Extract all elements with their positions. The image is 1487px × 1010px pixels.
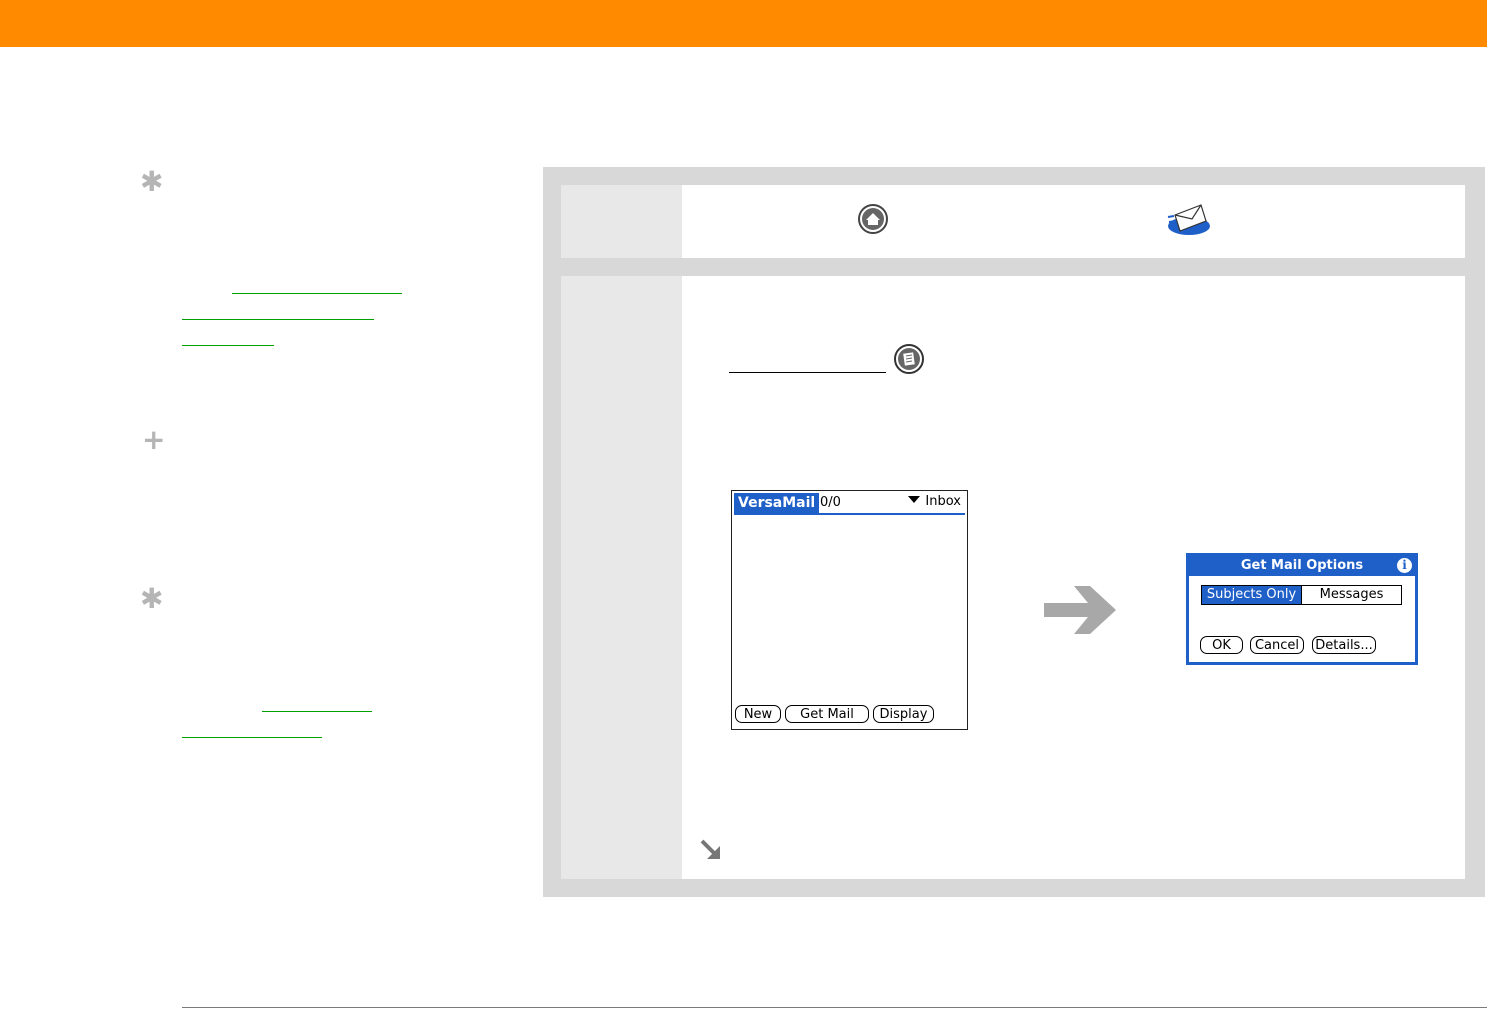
step-2-link[interactable]: [729, 372, 886, 373]
step-1-content: [682, 185, 1465, 258]
folder-picker[interactable]: Inbox: [908, 493, 961, 511]
folder-label: Inbox: [925, 494, 961, 509]
triangle-down-icon: [908, 496, 921, 503]
sidebar-link-2a[interactable]: [262, 711, 372, 712]
sidebar-link-1a[interactable]: [232, 293, 402, 294]
plus-tip-icon: +: [142, 423, 166, 456]
step-2-number-cell: [561, 276, 682, 879]
cancel-button[interactable]: Cancel: [1250, 636, 1304, 654]
get-mail-button[interactable]: Get Mail: [785, 705, 869, 723]
step-1-number-cell: [561, 185, 682, 258]
asterisk-tip-icon: ✱: [140, 582, 164, 615]
sidebar-link-1c[interactable]: [182, 345, 274, 346]
sidebar-link-2b[interactable]: [182, 737, 322, 738]
details-button[interactable]: Details...: [1312, 636, 1376, 654]
menu-icon: [894, 344, 924, 374]
asterisk-tip-icon: ✱: [140, 165, 164, 198]
sidebar-link-1b[interactable]: [182, 319, 374, 320]
display-button[interactable]: Display: [873, 705, 934, 723]
info-icon[interactable]: i: [1397, 558, 1412, 573]
dialog-title: Get Mail Options: [1189, 556, 1415, 576]
get-mail-options-dialog: Get Mail Options i Subjects Only Message…: [1186, 553, 1418, 665]
header-bar: [0, 0, 1487, 47]
messages-segment[interactable]: Messages: [1301, 585, 1402, 605]
right-arrow-icon: [1044, 586, 1116, 634]
footer-rule: [182, 1007, 1487, 1008]
title-rule: [734, 513, 965, 515]
ok-button[interactable]: OK: [1200, 636, 1243, 654]
subjects-only-segment[interactable]: Subjects Only: [1201, 585, 1302, 605]
message-count: 0/0: [820, 495, 841, 510]
app-title: VersaMail: [734, 493, 820, 513]
versamail-screen: VersaMail 0/0 Inbox New Get Mail Display: [731, 490, 968, 730]
continue-arrow-icon[interactable]: [699, 838, 725, 864]
home-icon: [858, 204, 888, 234]
versamail-envelope-icon: [1167, 204, 1210, 235]
new-button[interactable]: New: [735, 705, 781, 723]
